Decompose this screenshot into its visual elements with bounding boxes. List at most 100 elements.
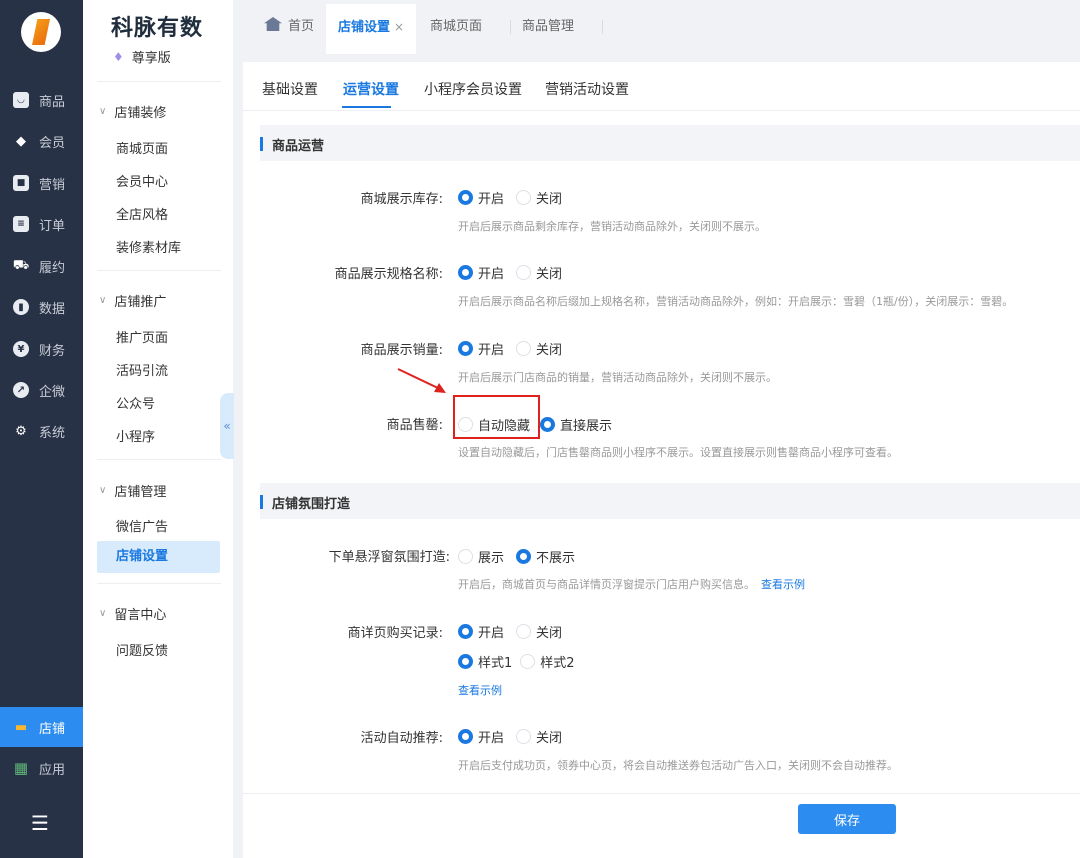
finance-icon: ¥ bbox=[13, 341, 29, 357]
store-sidebar: 科脉有数 ♦ 尊享版 ∨ 店铺装修 商城页面 会员中心 全店风格 装修素材库 ∨ 店铺… bbox=[83, 0, 233, 858]
rail-item-system[interactable]: ⚙ 系统 bbox=[0, 411, 83, 451]
label-spec: 商品展示规格名称: bbox=[334, 267, 443, 282]
label-sales: 商品展示销量: bbox=[360, 343, 443, 358]
help-float-window: 开启后，商城首页与商品详情页浮窗提示门店用户购买信息。 查看示例 bbox=[458, 578, 805, 591]
section-store-atmosphere: 店铺氛围打造 bbox=[260, 483, 1080, 519]
help-stock: 开启后展示商品剩余库存，营销活动商品除外，关闭则不展示。 bbox=[458, 220, 766, 233]
store-icon: ▬ bbox=[14, 719, 28, 735]
subtab-member[interactable]: 小程序会员设置 bbox=[424, 79, 522, 99]
rail-item-wecom[interactable]: ↗ 企微 bbox=[0, 370, 83, 410]
tab-separator bbox=[602, 20, 603, 34]
group-store-management[interactable]: ∨ 店铺管理 bbox=[99, 481, 166, 500]
sidebar-item-mall-page[interactable]: 商城页面 bbox=[116, 138, 168, 157]
rail-item-product[interactable]: ◡ 商品 bbox=[0, 80, 83, 120]
radio-float-show[interactable]: 展示 bbox=[458, 547, 504, 566]
save-button[interactable]: 保存 bbox=[798, 804, 896, 834]
radio-recommend-off[interactable]: 关闭 bbox=[516, 727, 562, 746]
radio-style-1[interactable]: 样式1 bbox=[458, 652, 512, 671]
label-soldout: 商品售罄: bbox=[386, 418, 443, 433]
sidebar-item-feedback[interactable]: 问题反馈 bbox=[116, 640, 168, 659]
radio-style-2[interactable]: 样式2 bbox=[520, 652, 575, 671]
sidebar-item-live-code[interactable]: 活码引流 bbox=[116, 360, 168, 379]
tab-goods-management[interactable]: 商品管理 bbox=[522, 4, 574, 54]
radio-float-noshow[interactable]: 不展示 bbox=[516, 547, 575, 566]
view-example-link[interactable]: 查看示例 bbox=[761, 578, 805, 591]
sidebar-item-wechat-ads[interactable]: 微信广告 bbox=[116, 516, 168, 535]
radio-group-purchase-record: 开启 关闭 bbox=[458, 622, 574, 641]
help-auto-recommend: 开启后支付成功页，领券中心页，将会自动推送券包活动广告入口，关闭则不会自动推荐。 bbox=[458, 759, 898, 772]
help-sales: 开启后展示门店商品的销量，营销活动商品除外，关闭则不展示。 bbox=[458, 371, 777, 384]
chevron-down-icon: ∨ bbox=[99, 295, 107, 306]
radio-stock-on[interactable]: 开启 bbox=[458, 188, 504, 207]
wecom-icon: ↗ bbox=[13, 382, 29, 398]
marketing-icon: ■ bbox=[13, 175, 29, 191]
app-logo[interactable] bbox=[21, 12, 61, 52]
sidebar-item-store-style[interactable]: 全店风格 bbox=[116, 204, 168, 223]
main-nav-rail: ◡ 商品 ◆ 会员 ■ 营销 ≡ 订单 ⛟ 履约 ▮ 数据 ¥ 财务 ↗ 企微 ⚙ 系统 ▬ 店铺 … bbox=[0, 0, 83, 858]
tab-separator bbox=[510, 20, 511, 34]
sidebar-item-official-account[interactable]: 公众号 bbox=[116, 393, 155, 412]
subtab-basic[interactable]: 基础设置 bbox=[262, 79, 318, 99]
label-float-window: 下单悬浮窗氛围打造: bbox=[328, 550, 450, 565]
rail-item-apps[interactable]: ▦ 应用 bbox=[0, 748, 83, 788]
close-icon[interactable]: × bbox=[394, 20, 404, 34]
tab-home[interactable]: 首页 bbox=[264, 4, 314, 54]
sidebar-item-store-settings[interactable]: 店铺设置 bbox=[97, 541, 220, 573]
rail-item-store[interactable]: ▬ 店铺 bbox=[0, 707, 83, 747]
rail-item-marketing[interactable]: ■ 营销 bbox=[0, 163, 83, 203]
radio-spec-off[interactable]: 关闭 bbox=[516, 263, 562, 282]
settings-icon: ⚙ bbox=[15, 423, 27, 439]
sidebar-item-promo-page[interactable]: 推广页面 bbox=[116, 327, 168, 346]
order-icon: ≡ bbox=[13, 216, 29, 232]
radio-buyrec-on[interactable]: 开启 bbox=[458, 622, 504, 641]
chevron-down-icon: ∨ bbox=[99, 608, 107, 619]
annotation-arrow-icon bbox=[397, 368, 446, 393]
subtab-marketing[interactable]: 营销活动设置 bbox=[545, 79, 629, 99]
sidebar-item-mini-program[interactable]: 小程序 bbox=[116, 426, 155, 445]
menu-toggle-icon[interactable]: ☰ bbox=[31, 813, 51, 833]
rail-item-member[interactable]: ◆ 会员 bbox=[0, 121, 83, 161]
radio-sales-off[interactable]: 关闭 bbox=[516, 339, 562, 358]
divider bbox=[97, 583, 221, 584]
group-store-decoration[interactable]: ∨ 店铺装修 bbox=[99, 102, 166, 121]
tab-store-settings[interactable]: 店铺设置 × bbox=[326, 4, 417, 54]
home-icon bbox=[264, 17, 282, 31]
rail-item-data[interactable]: ▮ 数据 bbox=[0, 287, 83, 327]
group-message-center[interactable]: ∨ 留言中心 bbox=[99, 604, 166, 623]
radio-recommend-on[interactable]: 开启 bbox=[458, 727, 504, 746]
radio-buyrec-off[interactable]: 关闭 bbox=[516, 622, 562, 641]
radio-sales-on[interactable]: 开启 bbox=[458, 339, 504, 358]
delivery-icon: ⛟ bbox=[12, 257, 30, 273]
radio-group-purchase-style: 样式1 样式2 bbox=[458, 652, 587, 671]
section-goods-operation: 商品运营 bbox=[260, 125, 1080, 161]
radio-spec-on[interactable]: 开启 bbox=[458, 263, 504, 282]
radio-group-float-window: 展示 不展示 bbox=[458, 547, 587, 566]
member-icon: ◆ bbox=[16, 133, 26, 149]
radio-stock-off[interactable]: 关闭 bbox=[516, 188, 562, 207]
divider bbox=[97, 459, 221, 460]
radio-group-auto-recommend: 开启 关闭 bbox=[458, 727, 574, 746]
divider bbox=[97, 270, 221, 271]
rail-item-finance[interactable]: ¥ 财务 bbox=[0, 329, 83, 369]
tab-bar: 首页 店铺设置 × 商城页面 商品管理 bbox=[234, 0, 1080, 54]
rail-item-delivery[interactable]: ⛟ 履约 bbox=[0, 246, 83, 286]
rail-item-order[interactable]: ≡ 订单 bbox=[0, 204, 83, 244]
label-auto-recommend: 活动自动推荐: bbox=[360, 731, 443, 746]
sidebar-item-material-library[interactable]: 装修素材库 bbox=[116, 237, 181, 256]
tab-mall-page[interactable]: 商城页面 bbox=[430, 4, 482, 54]
chevron-down-icon: ∨ bbox=[99, 106, 107, 117]
divider bbox=[243, 793, 1080, 794]
radio-soldout-show[interactable]: 直接展示 bbox=[540, 415, 612, 434]
label-purchase-record: 商详页购买记录: bbox=[347, 626, 443, 641]
apps-grid-icon: ▦ bbox=[13, 759, 29, 777]
edition-badge: ♦ 尊享版 bbox=[113, 49, 171, 67]
view-example-link[interactable]: 查看示例 bbox=[458, 682, 502, 698]
sidebar-collapse-icon[interactable]: « bbox=[220, 393, 234, 459]
subtab-operations[interactable]: 运营设置 bbox=[343, 79, 399, 99]
group-store-promotion[interactable]: ∨ 店铺推广 bbox=[99, 291, 166, 310]
data-icon: ▮ bbox=[13, 299, 29, 315]
chevron-down-icon: ∨ bbox=[99, 485, 107, 496]
sidebar-item-member-center[interactable]: 会员中心 bbox=[116, 171, 168, 190]
logo-mark-icon bbox=[32, 19, 50, 45]
help-spec: 开启后展示商品名称后缀加上规格名称，营销活动商品除外，例如：开启展示：雪碧（1瓶… bbox=[458, 295, 1014, 308]
